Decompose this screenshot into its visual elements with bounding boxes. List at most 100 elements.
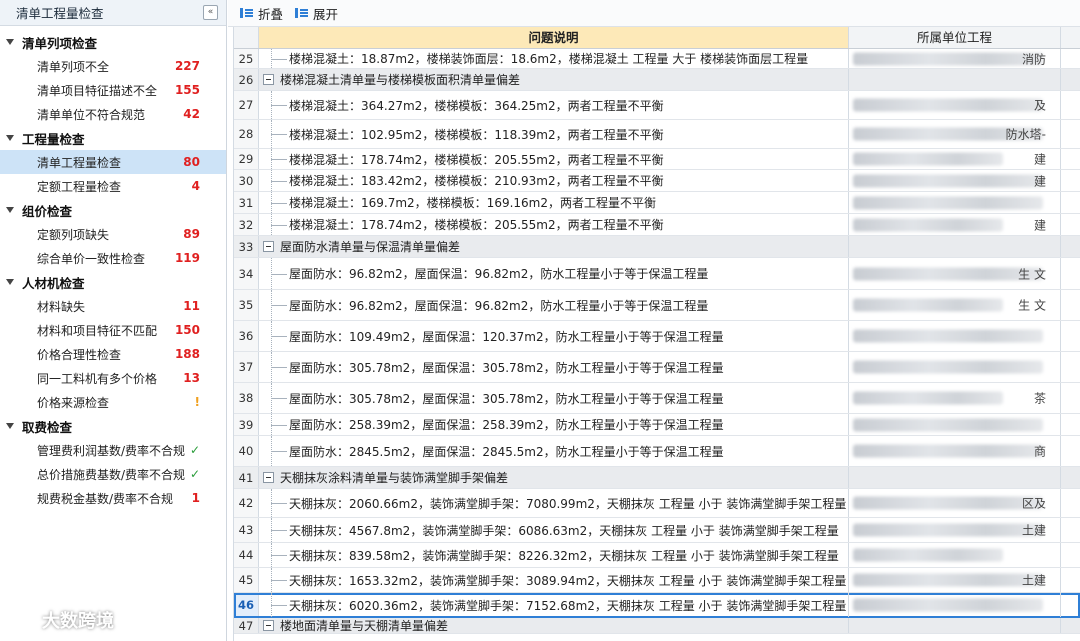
tree-item[interactable]: 价格来源检查! — [0, 390, 226, 414]
unit-cell[interactable]: 土建 — [849, 518, 1061, 542]
caret-down-icon[interactable] — [6, 135, 14, 141]
tree-group[interactable]: 人材机检查 — [0, 270, 226, 294]
tree-item[interactable]: 综合单价一致性检查 119 — [0, 246, 226, 270]
tree-group[interactable]: 取费检查 — [0, 414, 226, 438]
unit-cell[interactable] — [849, 69, 1061, 90]
unit-cell[interactable] — [849, 618, 1061, 633]
table-row[interactable]: 37 屋面防水：305.78m2，屋面保温：305.78m2，防水工程量小于等于保… — [234, 352, 1080, 383]
collapse-sidebar-icon[interactable]: « — [203, 5, 218, 20]
grid-group-row[interactable]: 26 楼梯混凝土清单量与楼梯模板面积清单量偏差 — [234, 69, 1080, 91]
unit-cell[interactable]: 区及 — [849, 489, 1061, 517]
unit-cell[interactable]: 商 — [849, 436, 1061, 466]
unit-cell[interactable]: 消防 — [849, 49, 1061, 68]
description-cell[interactable]: 屋面防水：305.78m2，屋面保温：305.78m2，防水工程量小于等于保温工… — [259, 383, 849, 413]
table-row[interactable]: 38 屋面防水：305.78m2，屋面保温：305.78m2，防水工程量小于等于保… — [234, 383, 1080, 414]
unit-column-header[interactable]: 所属单位工程 — [849, 27, 1061, 48]
tree-item[interactable]: 清单工程量检查 80 — [0, 150, 226, 174]
description-cell[interactable]: 天棚抹灰：4567.8m2，装饰满堂脚手架：6086.63m2，天棚抹灰 工程量… — [259, 518, 849, 542]
description-cell[interactable]: 楼梯混凝土：102.95m2，楼梯模板：118.39m2，两者工程量不平衡 — [259, 120, 849, 148]
tree-item[interactable]: 总价措施费基数/费率不合规 ✓ — [0, 462, 226, 486]
grid-group-row[interactable]: 47 楼地面清单量与天棚清单量偏差 — [234, 618, 1080, 634]
tree-item[interactable]: 清单单位不符合规范 42 — [0, 102, 226, 126]
tree-item[interactable]: 材料缺失 11 — [0, 294, 226, 318]
table-row[interactable]: 30 楼梯混凝土：183.42m2，楼梯模板：210.93m2，两者工程量不平衡 建 — [234, 170, 1080, 192]
table-row[interactable]: 43 天棚抹灰：4567.8m2，装饰满堂脚手架：6086.63m2，天棚抹灰 工… — [234, 518, 1080, 543]
unit-cell[interactable] — [849, 321, 1061, 351]
tree-group[interactable]: 组价检查 — [0, 198, 226, 222]
collapse-all-button[interactable]: 折叠 — [240, 4, 283, 23]
unit-cell[interactable] — [849, 236, 1061, 257]
table-row[interactable]: 27 楼梯混凝土：364.27m2，楼梯模板：364.25m2，两者工程量不平衡 及 — [234, 91, 1080, 120]
unit-cell[interactable]: 生 文 — [849, 258, 1061, 289]
tree-group[interactable]: 清单列项检查 — [0, 30, 226, 54]
description-cell[interactable]: 楼地面清单量与天棚清单量偏差 — [259, 618, 849, 633]
unit-cell[interactable] — [849, 593, 1061, 617]
tree-item[interactable]: 管理费利润基数/费率不合规 ✓ — [0, 438, 226, 462]
description-cell[interactable]: 屋面防水：2845.5m2，屋面保温：2845.5m2，防水工程量小于等于保温工… — [259, 436, 849, 466]
description-cell[interactable]: 屋面防水：109.49m2，屋面保温：120.37m2，防水工程量小于等于保温工… — [259, 321, 849, 351]
table-row[interactable]: 42 天棚抹灰：2060.66m2，装饰满堂脚手架：7080.99m2，天棚抹灰 … — [234, 489, 1080, 518]
tree-item[interactable]: 规费税金基数/费率不合规 1 — [0, 486, 226, 510]
description-cell[interactable]: 天棚抹灰涂料清单量与装饰满堂脚手架偏差 — [259, 467, 849, 488]
description-cell[interactable]: 楼梯混凝土：178.74m2，楼梯模板：205.55m2，两者工程量不平衡 — [259, 214, 849, 235]
unit-cell[interactable]: 建 — [849, 170, 1061, 191]
tree-item[interactable]: 价格合理性检查 188 — [0, 342, 226, 366]
description-cell[interactable]: 楼梯混凝土：183.42m2，楼梯模板：210.93m2，两者工程量不平衡 — [259, 170, 849, 191]
unit-cell[interactable] — [849, 543, 1061, 567]
description-cell[interactable]: 楼梯混凝土清单量与楼梯模板面积清单量偏差 — [259, 69, 849, 90]
unit-cell[interactable]: 建 — [849, 214, 1061, 235]
collapse-group-icon[interactable] — [263, 74, 274, 85]
table-row[interactable]: 29 楼梯混凝土：178.74m2，楼梯模板：205.55m2，两者工程量不平衡 建 — [234, 149, 1080, 170]
unit-cell[interactable]: 建 — [849, 149, 1061, 169]
description-cell[interactable]: 屋面防水：96.82m2，屋面保温：96.82m2，防水工程量小于等于保温工程量 — [259, 290, 849, 320]
table-row[interactable]: 44 天棚抹灰：839.58m2，装饰满堂脚手架：8226.32m2，天棚抹灰 工… — [234, 543, 1080, 568]
caret-down-icon[interactable] — [6, 39, 14, 45]
tree-item[interactable]: 定额列项缺失 89 — [0, 222, 226, 246]
description-cell[interactable]: 天棚抹灰：1653.32m2，装饰满堂脚手架：3089.94m2，天棚抹灰 工程… — [259, 568, 849, 592]
description-cell[interactable]: 天棚抹灰：839.58m2，装饰满堂脚手架：8226.32m2，天棚抹灰 工程量… — [259, 543, 849, 567]
description-cell[interactable]: 天棚抹灰：6020.36m2，装饰满堂脚手架：7152.68m2，天棚抹灰 工程… — [259, 593, 849, 617]
collapse-group-icon[interactable] — [263, 620, 274, 631]
description-cell[interactable]: 天棚抹灰：2060.66m2，装饰满堂脚手架：7080.99m2，天棚抹灰 工程… — [259, 489, 849, 517]
description-cell[interactable]: 屋面防水清单量与保温清单量偏差 — [259, 236, 849, 257]
unit-cell[interactable] — [849, 192, 1061, 213]
caret-down-icon[interactable] — [6, 279, 14, 285]
description-cell[interactable]: 屋面防水：96.82m2，屋面保温：96.82m2，防水工程量小于等于保温工程量 — [259, 258, 849, 289]
description-cell[interactable]: 楼梯混凝土：178.74m2，楼梯模板：205.55m2，两者工程量不平衡 — [259, 149, 849, 169]
table-row[interactable]: 25 楼梯混凝土：18.87m2，楼梯装饰面层：18.6m2，楼梯混凝土 工程量 … — [234, 49, 1080, 69]
grid-group-row[interactable]: 41 天棚抹灰涂料清单量与装饰满堂脚手架偏差 — [234, 467, 1080, 489]
table-row[interactable]: 32 楼梯混凝土：178.74m2，楼梯模板：205.55m2，两者工程量不平衡 建 — [234, 214, 1080, 236]
table-row[interactable]: 39 屋面防水：258.39m2，屋面保温：258.39m2，防水工程量小于等于保… — [234, 414, 1080, 436]
tree-item[interactable]: 材料和项目特征不匹配 150 — [0, 318, 226, 342]
tree-item[interactable]: 同一工料机有多个价格 13 — [0, 366, 226, 390]
table-row[interactable]: 45 天棚抹灰：1653.32m2，装饰满堂脚手架：3089.94m2，天棚抹灰 … — [234, 568, 1080, 593]
table-row[interactable]: 28 楼梯混凝土：102.95m2，楼梯模板：118.39m2，两者工程量不平衡 防… — [234, 120, 1080, 149]
unit-cell[interactable] — [849, 414, 1061, 435]
collapse-group-icon[interactable] — [263, 472, 274, 483]
unit-cell[interactable] — [849, 467, 1061, 488]
unit-cell[interactable]: 生 文 — [849, 290, 1061, 320]
table-row[interactable]: 31 楼梯混凝土：169.7m2，楼梯模板：169.16m2，两者工程量不平衡 — [234, 192, 1080, 214]
table-row[interactable]: 40 屋面防水：2845.5m2，屋面保温：2845.5m2，防水工程量小于等于保… — [234, 436, 1080, 467]
unit-cell[interactable]: 茶 — [849, 383, 1061, 413]
description-cell[interactable]: 楼梯混凝土：169.7m2，楼梯模板：169.16m2，两者工程量不平衡 — [259, 192, 849, 213]
expand-all-button[interactable]: 展开 — [295, 4, 338, 23]
unit-cell[interactable] — [849, 352, 1061, 382]
tree-item[interactable]: 清单项目特征描述不全 155 — [0, 78, 226, 102]
caret-down-icon[interactable] — [6, 207, 14, 213]
table-row[interactable]: 46 天棚抹灰：6020.36m2，装饰满堂脚手架：7152.68m2，天棚抹灰 … — [234, 593, 1080, 618]
table-row[interactable]: 35 屋面防水：96.82m2，屋面保温：96.82m2，防水工程量小于等于保温工… — [234, 290, 1080, 321]
caret-down-icon[interactable] — [6, 423, 14, 429]
unit-cell[interactable]: 及 — [849, 91, 1061, 119]
unit-cell[interactable]: 防水塔- — [849, 120, 1061, 148]
description-column-header[interactable]: 问题说明 — [259, 27, 849, 48]
tree-item[interactable]: 定额工程量检查 4 — [0, 174, 226, 198]
table-row[interactable]: 36 屋面防水：109.49m2，屋面保温：120.37m2，防水工程量小于等于保… — [234, 321, 1080, 352]
unit-cell[interactable]: 土建 — [849, 568, 1061, 592]
collapse-group-icon[interactable] — [263, 241, 274, 252]
description-cell[interactable]: 屋面防水：305.78m2，屋面保温：305.78m2，防水工程量小于等于保温工… — [259, 352, 849, 382]
description-cell[interactable]: 屋面防水：258.39m2，屋面保温：258.39m2，防水工程量小于等于保温工… — [259, 414, 849, 435]
tree-item[interactable]: 清单列项不全 227 — [0, 54, 226, 78]
tree-group[interactable]: 工程量检查 — [0, 126, 226, 150]
description-cell[interactable]: 楼梯混凝土：18.87m2，楼梯装饰面层：18.6m2，楼梯混凝土 工程量 大于… — [259, 49, 849, 68]
